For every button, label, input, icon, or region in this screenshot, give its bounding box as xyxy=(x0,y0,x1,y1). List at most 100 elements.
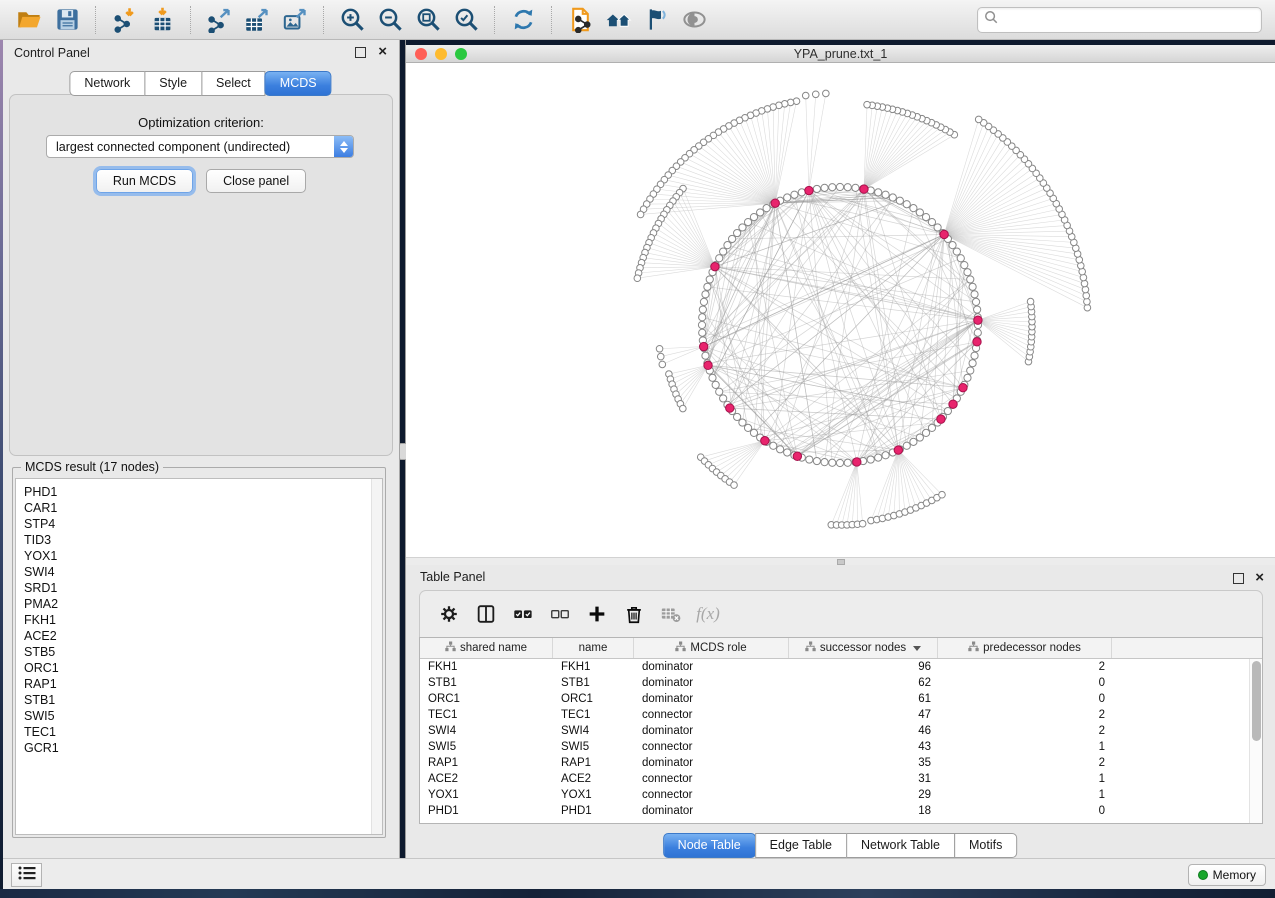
mcds-result-item[interactable]: ORC1 xyxy=(24,660,382,676)
network-node[interactable] xyxy=(716,255,723,262)
network-node[interactable] xyxy=(939,491,946,498)
network-node[interactable] xyxy=(744,424,751,431)
zoom-fit-icon[interactable] xyxy=(411,4,445,36)
network-node[interactable] xyxy=(720,395,727,402)
export-image-icon[interactable] xyxy=(278,4,312,36)
mcds-node[interactable] xyxy=(805,186,813,194)
mcds-node[interactable] xyxy=(771,199,779,207)
export-table-icon[interactable] xyxy=(240,4,274,36)
network-node[interactable] xyxy=(699,314,706,321)
tab-network-table[interactable]: Network Table xyxy=(846,833,955,858)
mcds-node[interactable] xyxy=(974,316,982,324)
save-session-icon[interactable] xyxy=(50,4,84,36)
network-node[interactable] xyxy=(634,275,641,282)
network-node[interactable] xyxy=(882,452,889,459)
mcds-node[interactable] xyxy=(704,361,712,369)
open-file-icon[interactable] xyxy=(12,4,46,36)
mcds-result-item[interactable]: STB5 xyxy=(24,644,382,660)
search-input[interactable] xyxy=(1004,13,1255,27)
network-node[interactable] xyxy=(702,291,709,298)
close-panel-button[interactable]: Close panel xyxy=(206,169,306,193)
network-node[interactable] xyxy=(852,184,859,191)
table-scrollbar[interactable] xyxy=(1249,659,1262,823)
mcds-node[interactable] xyxy=(940,230,948,238)
mcds-result-item[interactable]: PHD1 xyxy=(24,484,382,500)
network-node[interactable] xyxy=(889,194,896,201)
network-node[interactable] xyxy=(903,442,910,449)
mcds-node[interactable] xyxy=(973,338,981,346)
network-node[interactable] xyxy=(971,352,978,359)
refresh-icon[interactable] xyxy=(506,4,540,36)
network-node[interactable] xyxy=(699,306,706,313)
mcds-node[interactable] xyxy=(853,458,861,466)
network-node[interactable] xyxy=(784,449,791,456)
network-node[interactable] xyxy=(704,283,711,290)
network-node[interactable] xyxy=(806,456,813,463)
zoom-in-icon[interactable] xyxy=(335,4,369,36)
network-node[interactable] xyxy=(910,205,917,212)
network-node[interactable] xyxy=(896,197,903,204)
network-node[interactable] xyxy=(712,381,719,388)
hide-selection-icon[interactable] xyxy=(639,4,673,36)
table-row[interactable]: STB1STB1dominator620 xyxy=(420,675,1249,691)
settings-icon[interactable] xyxy=(434,599,464,629)
mcds-node[interactable] xyxy=(793,452,801,460)
network-node[interactable] xyxy=(957,255,964,262)
columns-icon[interactable] xyxy=(471,599,501,629)
mcds-node[interactable] xyxy=(894,446,902,454)
network-node[interactable] xyxy=(734,229,741,236)
network-node[interactable] xyxy=(922,214,929,221)
table-row[interactable]: ORC1ORC1dominator610 xyxy=(420,691,1249,707)
column-header-MCDS-role[interactable]: MCDS role xyxy=(634,638,789,658)
network-node[interactable] xyxy=(836,459,843,466)
network-node[interactable] xyxy=(875,189,882,196)
network-node[interactable] xyxy=(724,242,731,249)
mcds-result-item[interactable]: GCR1 xyxy=(24,740,382,756)
network-node[interactable] xyxy=(659,361,666,368)
mcds-node[interactable] xyxy=(949,400,957,408)
mcds-node[interactable] xyxy=(726,404,734,412)
select-all-icon[interactable] xyxy=(508,599,538,629)
network-node[interactable] xyxy=(709,374,716,381)
network-node[interactable] xyxy=(836,183,843,190)
network-node[interactable] xyxy=(750,429,757,436)
mcds-node[interactable] xyxy=(711,262,719,270)
network-node[interactable] xyxy=(757,209,764,216)
network-node[interactable] xyxy=(922,429,929,436)
zoom-out-icon[interactable] xyxy=(373,4,407,36)
network-node[interactable] xyxy=(716,388,723,395)
result-list-scrollbar[interactable] xyxy=(371,479,382,834)
network-node[interactable] xyxy=(750,214,757,221)
close-panel-icon[interactable]: × xyxy=(378,43,387,61)
network-node[interactable] xyxy=(698,321,705,328)
network-node[interactable] xyxy=(763,205,770,212)
network-node[interactable] xyxy=(975,116,982,123)
network-node[interactable] xyxy=(821,184,828,191)
network-node[interactable] xyxy=(777,446,784,453)
table-row[interactable]: ACE2ACE2connector311 xyxy=(420,771,1249,787)
network-node[interactable] xyxy=(916,209,923,216)
network-node[interactable] xyxy=(864,101,871,108)
network-node[interactable] xyxy=(680,405,687,412)
mcds-result-item[interactable]: TEC1 xyxy=(24,724,382,740)
network-node[interactable] xyxy=(964,374,971,381)
network-node[interactable] xyxy=(829,184,836,191)
mcds-result-item[interactable]: STP4 xyxy=(24,516,382,532)
mcds-node[interactable] xyxy=(761,437,769,445)
network-node[interactable] xyxy=(859,520,866,527)
table-row[interactable]: YOX1YOX1connector291 xyxy=(420,787,1249,803)
table-row[interactable]: SWI5SWI5connector431 xyxy=(420,739,1249,755)
network-node[interactable] xyxy=(1082,286,1089,293)
network-node[interactable] xyxy=(967,276,974,283)
import-network-icon[interactable] xyxy=(107,4,141,36)
network-node[interactable] xyxy=(867,456,874,463)
tab-network[interactable]: Network xyxy=(69,71,145,96)
network-node[interactable] xyxy=(802,92,809,99)
tab-style[interactable]: Style xyxy=(144,71,202,96)
network-node[interactable] xyxy=(903,201,910,208)
network-node[interactable] xyxy=(813,185,820,192)
network-node[interactable] xyxy=(974,329,981,336)
network-node[interactable] xyxy=(1027,298,1034,305)
tab-mcds[interactable]: MCDS xyxy=(265,71,332,96)
add-column-icon[interactable] xyxy=(582,599,612,629)
